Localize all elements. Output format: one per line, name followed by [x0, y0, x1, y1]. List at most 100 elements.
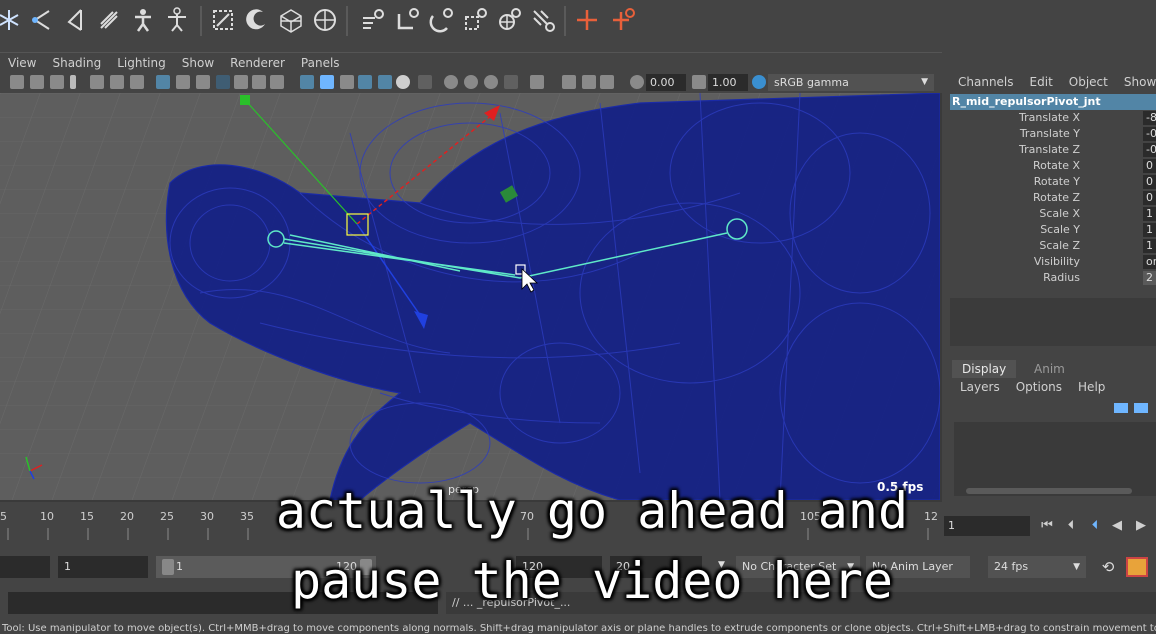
skeleton-icon[interactable]: [162, 5, 192, 35]
constraint-orient-icon[interactable]: [426, 5, 456, 35]
menu-edit[interactable]: Edit: [1022, 75, 1061, 89]
bookmark-icon[interactable]: [50, 75, 64, 89]
attr-value-field[interactable]: -0.: [1143, 127, 1156, 141]
smooth-bind-icon[interactable]: [242, 5, 272, 35]
constraint-parent-icon[interactable]: [494, 5, 524, 35]
attr-value-field[interactable]: 1: [1143, 239, 1156, 253]
xray-icon[interactable]: [562, 75, 576, 89]
lighting-icon[interactable]: [396, 75, 410, 89]
locator-icon[interactable]: [572, 5, 602, 35]
attr-row-translate-x[interactable]: Translate X -8.: [950, 110, 1156, 126]
safe-title-icon[interactable]: [270, 75, 284, 89]
ambient-occlusion-icon[interactable]: [444, 75, 458, 89]
constraint-aim-icon[interactable]: [392, 5, 422, 35]
color-management-icon[interactable]: [752, 75, 766, 89]
exposure-field[interactable]: 0.00: [646, 74, 686, 91]
attr-row-scale-z[interactable]: Scale Z 1: [950, 238, 1156, 254]
new-layer-icon[interactable]: [1114, 403, 1128, 413]
ik-handle-icon[interactable]: [60, 5, 90, 35]
new-layer-from-selection-icon[interactable]: [1134, 403, 1148, 413]
y-axis-arrow[interactable]: [240, 95, 250, 105]
shadows-icon[interactable]: [418, 75, 432, 89]
joint-tool-icon[interactable]: [26, 5, 56, 35]
cluster-icon[interactable]: [310, 5, 340, 35]
image-plane-icon[interactable]: [70, 75, 76, 89]
menu-view[interactable]: View: [0, 56, 44, 70]
constraint-pole-vector-icon[interactable]: [528, 5, 558, 35]
grid-toggle-icon[interactable]: [130, 75, 144, 89]
attr-value-field[interactable]: -0.: [1143, 143, 1156, 157]
menu-show[interactable]: Show: [1116, 75, 1156, 89]
attr-row-rotate-y[interactable]: Rotate Y 0: [950, 174, 1156, 190]
depth-of-field-icon[interactable]: [504, 75, 518, 89]
default-material-icon[interactable]: [340, 75, 354, 89]
bind-skin-icon[interactable]: [208, 5, 238, 35]
attr-value-field[interactable]: 1: [1143, 223, 1156, 237]
grid-icon[interactable]: [156, 75, 170, 89]
layer-editor-menubar: Layers Options Help: [950, 378, 1156, 396]
attr-row-rotate-x[interactable]: Rotate X 0: [950, 158, 1156, 174]
menu-show[interactable]: Show: [174, 56, 222, 70]
gate-mask-icon[interactable]: [216, 75, 230, 89]
asterisk-tool-icon[interactable]: [0, 5, 24, 35]
isolate-select-icon[interactable]: [530, 75, 544, 89]
attr-value-field[interactable]: 0: [1143, 191, 1156, 205]
grease-pencil-icon[interactable]: [110, 75, 124, 89]
wireframe-icon[interactable]: [300, 75, 314, 89]
menu-help[interactable]: Help: [1068, 380, 1111, 394]
camera-attributes-icon[interactable]: [30, 75, 44, 89]
attr-value-field[interactable]: 2: [1143, 271, 1156, 285]
anti-aliasing-icon[interactable]: [484, 75, 498, 89]
2d-pan-icon[interactable]: [90, 75, 104, 89]
motion-blur-icon[interactable]: [464, 75, 478, 89]
attr-row-rotate-z[interactable]: Rotate Z 0: [950, 190, 1156, 206]
menu-object[interactable]: Object: [1061, 75, 1116, 89]
textured-icon[interactable]: [378, 75, 392, 89]
tab-display[interactable]: Display: [952, 360, 1017, 378]
safe-action-icon[interactable]: [252, 75, 266, 89]
exposure-icon[interactable]: [630, 75, 644, 89]
xray-joints-icon[interactable]: [600, 75, 614, 89]
menu-options[interactable]: Options: [1006, 380, 1068, 394]
gamma-icon[interactable]: [692, 75, 706, 89]
color-space-dropdown[interactable]: sRGB gamma ▼: [768, 74, 934, 91]
ik-spline-icon[interactable]: [94, 5, 124, 35]
film-gate-icon[interactable]: [176, 75, 190, 89]
gamma-field[interactable]: 1.00: [708, 74, 748, 91]
attr-row-visibility[interactable]: Visibility or: [950, 254, 1156, 270]
menu-lighting[interactable]: Lighting: [109, 56, 174, 70]
tick-label: 5: [0, 510, 7, 523]
xray-active-icon[interactable]: [582, 75, 596, 89]
attr-label: Translate Y: [1019, 127, 1080, 140]
attr-value-field[interactable]: 0: [1143, 175, 1156, 189]
menu-renderer[interactable]: Renderer: [222, 56, 293, 70]
menu-panels[interactable]: Panels: [293, 56, 348, 70]
locator-constraint-icon[interactable]: [608, 5, 638, 35]
attr-label: Rotate Z: [1032, 191, 1080, 204]
smooth-shade-icon[interactable]: [320, 75, 334, 89]
humanik-icon[interactable]: [128, 5, 158, 35]
wireframe-on-shaded-icon[interactable]: [358, 75, 372, 89]
menu-channels[interactable]: Channels: [950, 75, 1022, 89]
resolution-gate-icon[interactable]: [196, 75, 210, 89]
attr-row-radius[interactable]: Radius 2: [950, 270, 1156, 286]
field-chart-icon[interactable]: [234, 75, 248, 89]
attr-row-scale-x[interactable]: Scale X 1: [950, 206, 1156, 222]
lattice-icon[interactable]: [276, 5, 306, 35]
menu-layers[interactable]: Layers: [950, 380, 1006, 394]
3d-viewport[interactable]: [0, 93, 940, 500]
attr-row-translate-z[interactable]: Translate Z -0.: [950, 142, 1156, 158]
attr-value-field[interactable]: 1: [1143, 207, 1156, 221]
attr-value-field[interactable]: -8.: [1143, 111, 1156, 125]
chevron-down-icon: ▼: [921, 77, 928, 87]
attr-row-scale-y[interactable]: Scale Y 1: [950, 222, 1156, 238]
selected-node-name[interactable]: R_mid_repulsorPivot_jnt: [950, 94, 1156, 110]
constraint-scale-icon[interactable]: [460, 5, 490, 35]
tab-anim[interactable]: Anim: [1024, 360, 1075, 378]
attr-row-translate-y[interactable]: Translate Y -0.: [950, 126, 1156, 142]
constraint-point-icon[interactable]: [358, 5, 388, 35]
menu-shading[interactable]: Shading: [44, 56, 109, 70]
attr-value-field[interactable]: or: [1143, 255, 1156, 269]
attr-value-field[interactable]: 0: [1143, 159, 1156, 173]
select-camera-icon[interactable]: [10, 75, 24, 89]
